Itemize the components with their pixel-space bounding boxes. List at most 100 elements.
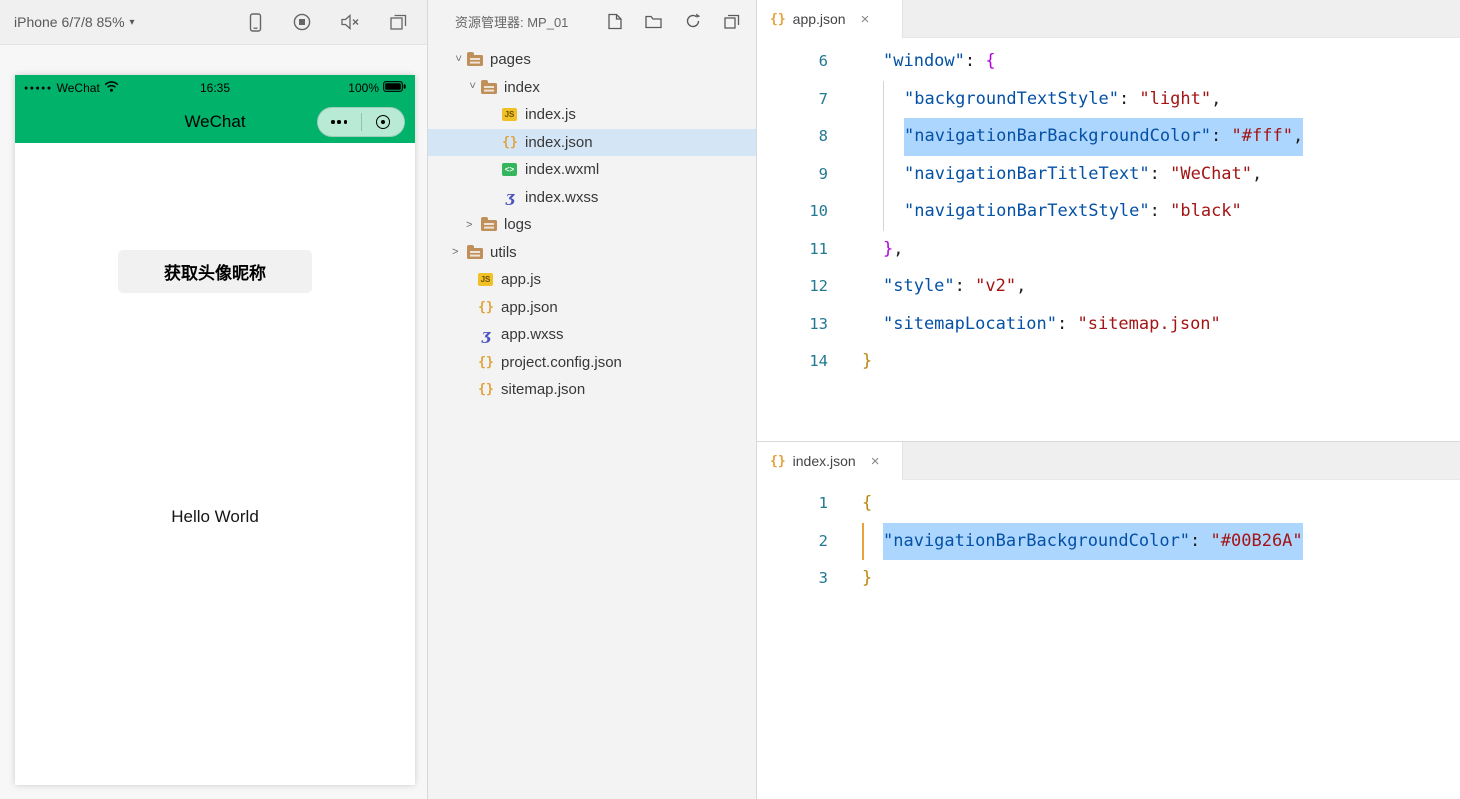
line-number: 13	[757, 306, 828, 344]
line-number: 10	[757, 193, 828, 231]
tab-app-json[interactable]: {} app.json ×	[757, 0, 903, 38]
tree-item-pages[interactable]: >pages	[428, 46, 756, 74]
tree-item-app.js[interactable]: JSapp.js	[428, 266, 756, 294]
editor-index-json: {} index.json × 1{2"navigationBarBackgro…	[757, 441, 1460, 799]
code-area-index-json[interactable]: 1{2"navigationBarBackgroundColor": "#00B…	[757, 480, 1460, 799]
status-bar: ●●●●● WeChat 16:35 100%	[15, 75, 415, 101]
tree-item-index.js[interactable]: JSindex.js	[428, 101, 756, 129]
json-icon: {}	[502, 135, 518, 150]
simulator-toolbar-icons	[248, 13, 415, 32]
menu-dots-icon[interactable]	[318, 108, 361, 136]
exit-target-icon[interactable]	[362, 108, 405, 136]
navigation-bar: WeChat	[15, 101, 415, 143]
code-token: "sitemap.json"	[1077, 306, 1220, 344]
detach-window-icon[interactable]	[390, 14, 407, 30]
explorer-panel: 资源管理器: MP_01 >pages>indexJSindex.js{}ind…	[428, 0, 757, 799]
code-token: ,	[1293, 118, 1303, 156]
tree-item-index.wxss[interactable]: ʒ index.wxss	[428, 184, 756, 212]
code-token: :	[965, 43, 985, 81]
new-folder-icon[interactable]	[645, 14, 662, 29]
tab-bar-top: {} app.json ×	[757, 0, 1460, 38]
chevron-down-icon: >	[452, 55, 464, 70]
battery-percent: 100%	[348, 81, 379, 95]
code-line: 7"backgroundTextStyle": "light",	[757, 81, 1460, 119]
indent-guide	[883, 81, 904, 119]
tab-label: index.json	[793, 453, 856, 469]
code-token: "#fff"	[1232, 118, 1293, 156]
json-file-icon: {}	[770, 12, 786, 27]
stop-icon[interactable]	[293, 13, 311, 31]
chevron-right-icon: >	[466, 219, 481, 231]
tree-item-label: project.config.json	[501, 354, 622, 371]
code-token: ,	[1252, 156, 1262, 194]
line-number: 11	[757, 231, 828, 269]
tree-item-utils[interactable]: > utils	[428, 239, 756, 267]
code-token: {	[985, 43, 995, 81]
wxml-icon: <>	[502, 163, 517, 176]
code-token: "v2"	[975, 268, 1016, 306]
code-token: ,	[893, 231, 903, 269]
tree-item-label: app.js	[501, 271, 541, 288]
code-token: :	[1190, 523, 1210, 561]
editor-group: {} app.json × 6"window": {7"backgroundTe…	[757, 0, 1460, 799]
code-line: 10"navigationBarTextStyle": "black"	[757, 193, 1460, 231]
tree-item-project.config.json[interactable]: {}project.config.json	[428, 349, 756, 377]
code-token: :	[1150, 156, 1170, 194]
rotate-device-icon[interactable]	[248, 13, 263, 32]
code-token: "navigationBarBackgroundColor"	[904, 118, 1211, 156]
line-number: 14	[757, 343, 828, 381]
code-line: 14}	[757, 343, 1460, 381]
device-selector[interactable]: iPhone 6/7/8 85% ▾	[14, 14, 135, 30]
code-area-app-json[interactable]: 6"window": {7"backgroundTextStyle": "lig…	[757, 38, 1460, 441]
tree-item-logs[interactable]: >logs	[428, 211, 756, 239]
tree-item-label: index.wxss	[525, 189, 598, 206]
line-number: 2	[757, 523, 828, 561]
get-avatar-nickname-button[interactable]: 获取头像昵称	[118, 250, 312, 293]
code-token: }	[862, 560, 872, 598]
wifi-icon	[104, 81, 119, 95]
code-token: }	[883, 231, 893, 269]
code-line: 1{	[757, 485, 1460, 523]
tree-item-label: app.json	[501, 299, 558, 316]
code-token: "navigationBarBackgroundColor"	[883, 523, 1190, 561]
tree-item-label: index	[504, 79, 540, 96]
close-icon[interactable]: ×	[861, 12, 870, 27]
chevron-right-icon: >	[452, 246, 467, 258]
wxss-icon: ʒ	[502, 190, 518, 205]
tree-item-app.wxss[interactable]: ʒapp.wxss	[428, 321, 756, 349]
line-number: 1	[757, 485, 828, 523]
code-token: "navigationBarTitleText"	[904, 156, 1150, 194]
json-icon: {}	[478, 300, 494, 315]
phone-screen: ●●●●● WeChat 16:35 100% WeChat	[15, 75, 415, 785]
simulator-toolbar: iPhone 6/7/8 85% ▾	[0, 0, 427, 45]
line-number: 9	[757, 156, 828, 194]
code-token: :	[1150, 193, 1170, 231]
code-token: "backgroundTextStyle"	[904, 81, 1119, 119]
close-icon[interactable]: ×	[871, 454, 880, 469]
tree-item-label: index.json	[525, 134, 593, 151]
tree-item-sitemap.json[interactable]: {}sitemap.json	[428, 376, 756, 404]
tree-item-label: utils	[490, 244, 517, 261]
json-file-icon: {}	[770, 454, 786, 469]
code-token: {	[862, 485, 872, 523]
tree-item-app.json[interactable]: {} app.json	[428, 294, 756, 322]
tree-item-index.wxml[interactable]: <> index.wxml	[428, 156, 756, 184]
status-bar-time: 16:35	[200, 81, 230, 95]
carrier-label: WeChat	[57, 81, 100, 95]
tree-item-index.json[interactable]: {} index.json	[428, 129, 756, 157]
tab-bar-bottom: {} index.json ×	[757, 442, 1460, 480]
refresh-icon[interactable]	[685, 13, 701, 29]
mute-icon[interactable]	[341, 14, 360, 30]
folder-icon	[481, 220, 497, 231]
collapse-folders-icon[interactable]	[724, 14, 740, 29]
tab-index-json[interactable]: {} index.json ×	[757, 442, 903, 480]
chevron-down-icon: ▾	[130, 17, 135, 28]
line-number: 6	[757, 43, 828, 81]
tree-item-index[interactable]: >index	[428, 74, 756, 102]
new-file-icon[interactable]	[608, 13, 622, 30]
tree-item-label: index.wxml	[525, 161, 599, 178]
folder-icon	[481, 83, 497, 94]
code-line: 9"navigationBarTitleText": "WeChat",	[757, 156, 1460, 194]
navigation-bar-title: WeChat	[184, 112, 245, 132]
code-line: 11},	[757, 231, 1460, 269]
